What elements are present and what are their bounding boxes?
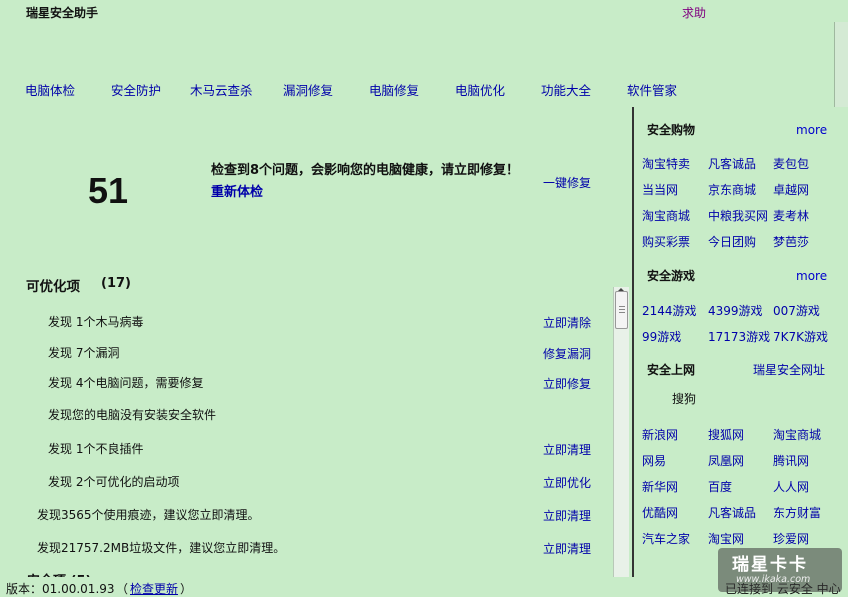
games-link[interactable]: 007游戏 — [773, 302, 820, 319]
summary-message: 检查到8个问题，会影响您的电脑健康，请立即修复！ 重新体检 — [211, 160, 521, 204]
shopping-title: 安全购物 — [647, 123, 696, 137]
issue-text: 发现3565个使用痕迹，建议您立即清理。 — [37, 508, 260, 522]
shopping-link[interactable]: 卓越网 — [773, 181, 809, 198]
issue-text: 发现 1个不良插件 — [48, 442, 144, 456]
shopping-link[interactable]: 麦考林 — [773, 207, 809, 224]
issue-text: 发现 2个可优化的启动项 — [48, 475, 180, 489]
nav-item-protection[interactable]: 安全防护 — [111, 80, 161, 99]
web-link[interactable]: 淘宝网 — [708, 530, 744, 547]
web-link[interactable]: 网易 — [642, 452, 666, 469]
games-more-link[interactable]: more — [796, 269, 827, 283]
nav-item-software[interactable]: 软件管家 — [627, 80, 677, 99]
web-link[interactable]: 搜狐网 — [708, 426, 744, 443]
issue-text: 发现您的电脑没有安装安全软件 — [48, 408, 217, 422]
web-link[interactable]: 新浪网 — [642, 426, 678, 443]
health-score: 51 — [88, 170, 129, 211]
shopping-link[interactable]: 京东商城 — [708, 181, 756, 198]
shopping-link[interactable]: 今日团购 — [708, 233, 756, 250]
section-title: 可优化项 — [26, 279, 80, 295]
shopping-link[interactable]: 购买彩票 — [642, 233, 690, 250]
shopping-link[interactable]: 梦芭莎 — [773, 233, 809, 250]
web-link[interactable]: 凤凰网 — [708, 452, 744, 469]
issue-action-button[interactable]: 立即清除 — [543, 314, 591, 331]
shopping-link[interactable]: 淘宝商城 — [642, 207, 690, 224]
summary-text: 检查到8个问题，会影响您的电脑健康，请立即修复！ — [211, 163, 520, 178]
watermark-logo: 瑞星卡卡 www.ikaka.com — [718, 548, 842, 592]
app-title: 瑞星安全助手 — [26, 6, 99, 20]
issue-action-button[interactable]: 立即清理 — [543, 441, 591, 458]
web-link[interactable]: 人人网 — [773, 478, 809, 495]
web-link[interactable]: 新华网 — [642, 478, 678, 495]
games-link[interactable]: 99游戏 — [642, 328, 681, 345]
main-nav: 电脑体检 安全防护 木马云查杀 漏洞修复 电脑修复 电脑优化 功能大全 软件管家 — [0, 80, 700, 98]
games-title: 安全游戏 — [647, 269, 696, 283]
next-section-title: 安全项 (5) — [27, 570, 91, 577]
watermark-title: 瑞星卡卡 — [732, 555, 808, 575]
games-link[interactable]: 17173游戏 — [708, 328, 770, 345]
issue-text: 发现 4个电脑问题，需要修复 — [48, 376, 204, 390]
paren-close: ） — [180, 582, 193, 596]
issue-text: 发现21757.2MB垃圾文件，建议您立即清理。 — [37, 541, 286, 555]
help-link[interactable]: 求助 — [682, 4, 706, 21]
issue-list-scrollbar[interactable] — [613, 287, 629, 577]
web-link[interactable]: 珍爱网 — [773, 530, 809, 547]
section-count: (17) — [101, 276, 131, 291]
web-link[interactable]: 汽车之家 — [642, 530, 690, 547]
shopping-link[interactable]: 当当网 — [642, 181, 678, 198]
fix-all-button[interactable]: 一键修复 — [543, 174, 591, 191]
nav-item-pc-repair[interactable]: 电脑修复 — [369, 80, 419, 99]
web-link[interactable]: 优酷网 — [642, 504, 678, 521]
scroll-thumb[interactable] — [615, 291, 628, 329]
web-link[interactable]: 腾讯网 — [773, 452, 809, 469]
panel-divider — [632, 107, 634, 577]
safe-sites-link[interactable]: 瑞星安全网址 — [753, 361, 825, 378]
nav-item-features[interactable]: 功能大全 — [541, 80, 591, 99]
issue-action-button[interactable]: 立即清理 — [543, 507, 591, 524]
nav-item-optimize[interactable]: 电脑优化 — [455, 80, 505, 99]
issue-action-button[interactable]: 立即清理 — [543, 540, 591, 557]
issue-text: 发现 7个漏洞 — [48, 346, 120, 360]
web-title: 安全上网 — [647, 363, 696, 377]
shopping-link[interactable]: 凡客诚品 — [708, 155, 756, 172]
issue-action-button[interactable]: 立即优化 — [543, 474, 591, 491]
games-link[interactable]: 2144游戏 — [642, 302, 697, 319]
watermark-url: www.ikaka.com — [736, 574, 811, 585]
web-link[interactable]: 淘宝商城 — [773, 426, 821, 443]
search-engine-label[interactable]: 搜狗 — [672, 390, 696, 407]
window-scrollbar[interactable] — [834, 22, 848, 107]
nav-item-trojan-scan[interactable]: 木马云查杀 — [190, 80, 253, 99]
shopping-link[interactable]: 淘宝特卖 — [642, 155, 690, 172]
shopping-link[interactable]: 中粮我买网 — [708, 207, 768, 224]
issue-action-button[interactable]: 立即修复 — [543, 375, 591, 392]
issue-text: 发现 1个木马病毒 — [48, 315, 144, 329]
web-link[interactable]: 东方财富 — [773, 504, 821, 521]
games-link[interactable]: 7K7K游戏 — [773, 328, 828, 345]
issue-action-button[interactable]: 修复漏洞 — [543, 345, 591, 362]
games-link[interactable]: 4399游戏 — [708, 302, 763, 319]
shopping-link[interactable]: 麦包包 — [773, 155, 809, 172]
web-link[interactable]: 百度 — [708, 478, 732, 495]
check-update-link[interactable]: 检查更新 — [130, 580, 178, 597]
nav-item-checkup[interactable]: 电脑体检 — [25, 80, 75, 99]
web-link[interactable]: 凡客诚品 — [708, 504, 756, 521]
version-label: 版本：01.00.01.93 — [6, 582, 115, 596]
nav-item-vuln-fix[interactable]: 漏洞修复 — [283, 80, 333, 99]
shopping-more-link[interactable]: more — [796, 123, 827, 137]
paren-open: （ — [116, 582, 129, 596]
recheck-link[interactable]: 重新体检 — [211, 185, 263, 200]
